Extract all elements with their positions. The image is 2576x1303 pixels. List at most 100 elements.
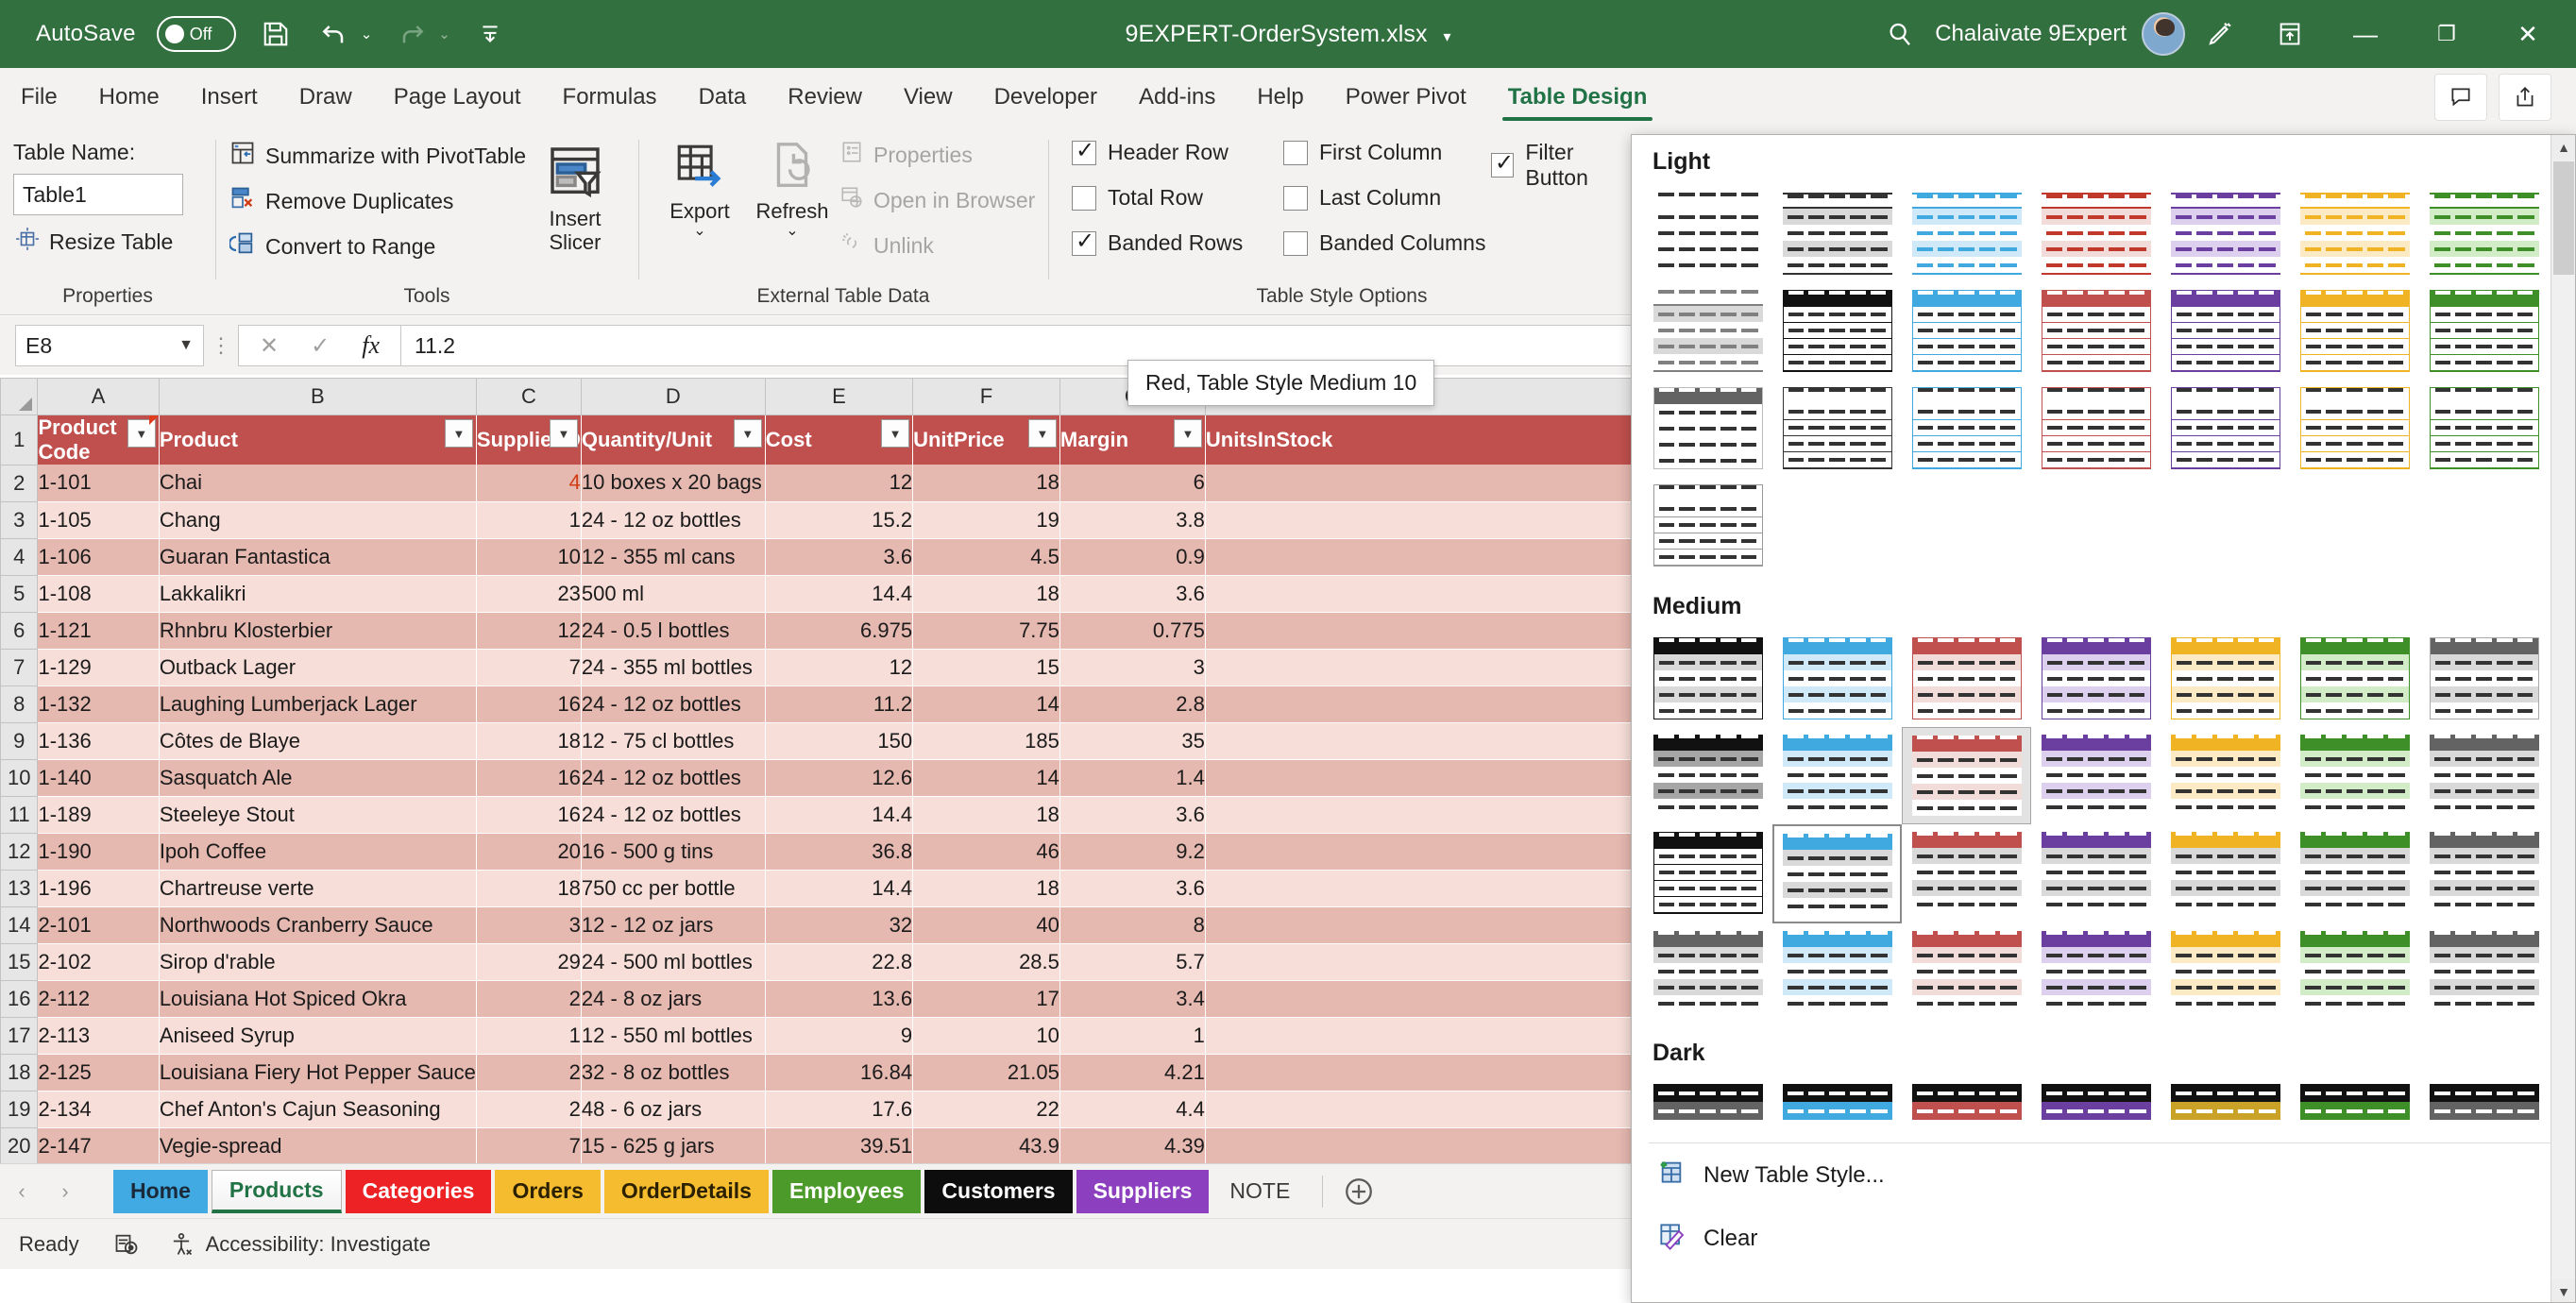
table-style-swatch[interactable] bbox=[2031, 1076, 2161, 1127]
table-cell[interactable]: 0.9 bbox=[1059, 538, 1206, 576]
table-cell[interactable]: 14.4 bbox=[765, 870, 914, 907]
tab-help[interactable]: Help bbox=[1236, 68, 1324, 127]
formula-bar-handle[interactable]: ⋮ bbox=[204, 333, 238, 358]
table-cell[interactable]: 1-105 bbox=[37, 501, 160, 539]
designer-pen-icon[interactable] bbox=[2185, 0, 2255, 68]
filter-dropdown-icon[interactable]: ▼ bbox=[549, 419, 578, 448]
table-style-swatch[interactable] bbox=[2161, 923, 2290, 1019]
table-cell[interactable]: Côtes de Blaye bbox=[159, 722, 477, 760]
table-cell[interactable]: 3 bbox=[1059, 649, 1206, 686]
new-table-style-menu-item[interactable]: New Table Style... bbox=[1632, 1143, 2575, 1207]
table-style-swatch[interactable] bbox=[2031, 185, 2161, 282]
account-name[interactable]: Chalaivate 9Expert bbox=[1935, 21, 2127, 47]
table-style-swatch[interactable] bbox=[2161, 1076, 2290, 1127]
table-style-swatch[interactable] bbox=[2290, 185, 2419, 282]
table-cell[interactable]: 4.39 bbox=[1059, 1127, 1206, 1163]
table-cell[interactable]: 3 bbox=[476, 906, 582, 944]
table-style-swatch[interactable] bbox=[1902, 1076, 2031, 1127]
table-cell[interactable]: 2 bbox=[476, 1054, 582, 1091]
enter-icon[interactable]: ✓ bbox=[311, 332, 330, 360]
gallery-scrollbar[interactable]: ▲ ▼ bbox=[2551, 135, 2575, 1302]
insert-function-icon[interactable]: fx bbox=[362, 331, 380, 360]
table-cell[interactable]: 1-132 bbox=[37, 685, 160, 723]
row-header[interactable]: 14 bbox=[0, 905, 39, 944]
table-cell[interactable]: Chartreuse verte bbox=[159, 870, 477, 907]
table-cell[interactable]: 7.75 bbox=[912, 612, 1060, 650]
refresh-dropdown-icon[interactable]: ⌄ bbox=[786, 223, 798, 240]
table-cell[interactable]: 13.6 bbox=[765, 980, 914, 1018]
table-cell[interactable]: 3.6 bbox=[1059, 575, 1206, 613]
table-cell[interactable]: 18 bbox=[912, 465, 1060, 502]
table-cell[interactable]: Chang bbox=[159, 501, 477, 539]
table-cell[interactable]: 2 bbox=[476, 1091, 582, 1128]
table-style-swatch[interactable] bbox=[1643, 282, 1772, 380]
tab-data[interactable]: Data bbox=[678, 68, 768, 127]
table-cell[interactable]: 1.4 bbox=[1059, 759, 1206, 797]
table-style-swatch[interactable] bbox=[1772, 923, 1902, 1019]
table-cell[interactable]: 10 boxes x 20 bags bbox=[581, 465, 766, 502]
select-all-corner[interactable] bbox=[0, 378, 39, 415]
table-cell[interactable]: 24 - 355 ml bottles bbox=[581, 649, 766, 686]
table-cell[interactable]: 4.5 bbox=[912, 538, 1060, 576]
table-style-swatch[interactable] bbox=[2419, 923, 2549, 1019]
table-cell[interactable]: 18 bbox=[476, 870, 582, 907]
column-header-b[interactable]: B bbox=[158, 378, 477, 415]
table-cell[interactable]: 7 bbox=[476, 649, 582, 686]
table-cell[interactable]: 17.6 bbox=[765, 1091, 914, 1128]
table-cell[interactable]: 3.6 bbox=[765, 538, 914, 576]
previous-sheet-icon[interactable]: ‹ bbox=[0, 1179, 43, 1204]
table-cell[interactable]: 35 bbox=[1059, 722, 1206, 760]
table-cell[interactable]: 12.6 bbox=[765, 759, 914, 797]
checkbox-banded-rows[interactable]: Banded Rows bbox=[1072, 228, 1243, 256]
undo-dropdown-icon[interactable]: ⌄ bbox=[361, 25, 373, 42]
row-header[interactable]: 7 bbox=[0, 648, 39, 686]
save-icon[interactable] bbox=[257, 15, 295, 53]
autosave-toggle[interactable]: Off bbox=[156, 16, 236, 52]
clear-menu-item[interactable]: Clear bbox=[1632, 1207, 2575, 1270]
table-style-swatch[interactable] bbox=[1902, 282, 2031, 380]
table-cell[interactable]: 10 bbox=[912, 1017, 1060, 1055]
table-cell[interactable]: 2-134 bbox=[37, 1091, 160, 1128]
table-cell[interactable]: 1-136 bbox=[37, 722, 160, 760]
table-style-swatch[interactable] bbox=[1772, 824, 1902, 923]
table-cell[interactable]: 1-196 bbox=[37, 870, 160, 907]
table-cell[interactable]: 3.6 bbox=[1059, 796, 1206, 834]
table-style-swatch[interactable] bbox=[1772, 185, 1902, 282]
table-cell[interactable]: 500 ml bbox=[581, 575, 766, 613]
table-cell[interactable]: 1 bbox=[476, 1017, 582, 1055]
table-cell[interactable]: Sasquatch Ale bbox=[159, 759, 477, 797]
table-cell[interactable]: 1-140 bbox=[37, 759, 160, 797]
table-cell[interactable]: 12 - 12 oz jars bbox=[581, 906, 766, 944]
table-cell[interactable]: Ipoh Coffee bbox=[159, 833, 477, 871]
table-cell[interactable]: Northwoods Cranberry Sauce bbox=[159, 906, 477, 944]
table-style-swatch[interactable] bbox=[1772, 282, 1902, 380]
table-cell[interactable]: 16.84 bbox=[765, 1054, 914, 1091]
checkbox-total-row[interactable]: Total Row bbox=[1072, 185, 1203, 211]
table-cell[interactable]: 22 bbox=[912, 1091, 1060, 1128]
table-cell[interactable]: 24 - 0.5 l bottles bbox=[581, 612, 766, 650]
table-cell[interactable]: 2-102 bbox=[37, 943, 160, 981]
sheet-tab-home[interactable]: Home bbox=[113, 1169, 208, 1213]
table-cell[interactable]: 14.4 bbox=[765, 575, 914, 613]
table-cell[interactable]: 2 bbox=[476, 980, 582, 1018]
table-cell[interactable]: 1-108 bbox=[37, 575, 160, 613]
filter-dropdown-icon[interactable]: ▼ bbox=[444, 419, 473, 448]
table-cell[interactable]: 16 - 500 g tins bbox=[581, 833, 766, 871]
table-style-swatch[interactable] bbox=[2290, 1076, 2419, 1127]
table-style-swatch[interactable] bbox=[1643, 1076, 1772, 1127]
table-cell[interactable]: 12 bbox=[476, 612, 582, 650]
table-cell[interactable]: 12 - 550 ml bottles bbox=[581, 1017, 766, 1055]
table-cell[interactable]: 24 - 12 oz bottles bbox=[581, 796, 766, 834]
table-style-swatch[interactable] bbox=[2161, 185, 2290, 282]
row-header[interactable]: 20 bbox=[0, 1126, 39, 1163]
table-style-swatch[interactable] bbox=[2290, 923, 2419, 1019]
filter-dropdown-icon[interactable]: ▼ bbox=[1173, 419, 1202, 448]
tab-review[interactable]: Review bbox=[767, 68, 883, 127]
table-cell[interactable]: 17 bbox=[912, 980, 1060, 1018]
sheet-tab-suppliers[interactable]: Suppliers bbox=[1076, 1169, 1210, 1213]
sheet-tab-orders[interactable]: Orders bbox=[495, 1169, 601, 1213]
table-style-swatch[interactable] bbox=[1902, 380, 2031, 477]
table-cell[interactable]: 0.775 bbox=[1059, 612, 1206, 650]
table-column-header[interactable]: SupplierID ▼ bbox=[476, 415, 582, 465]
table-cell[interactable]: 2-101 bbox=[37, 906, 160, 944]
